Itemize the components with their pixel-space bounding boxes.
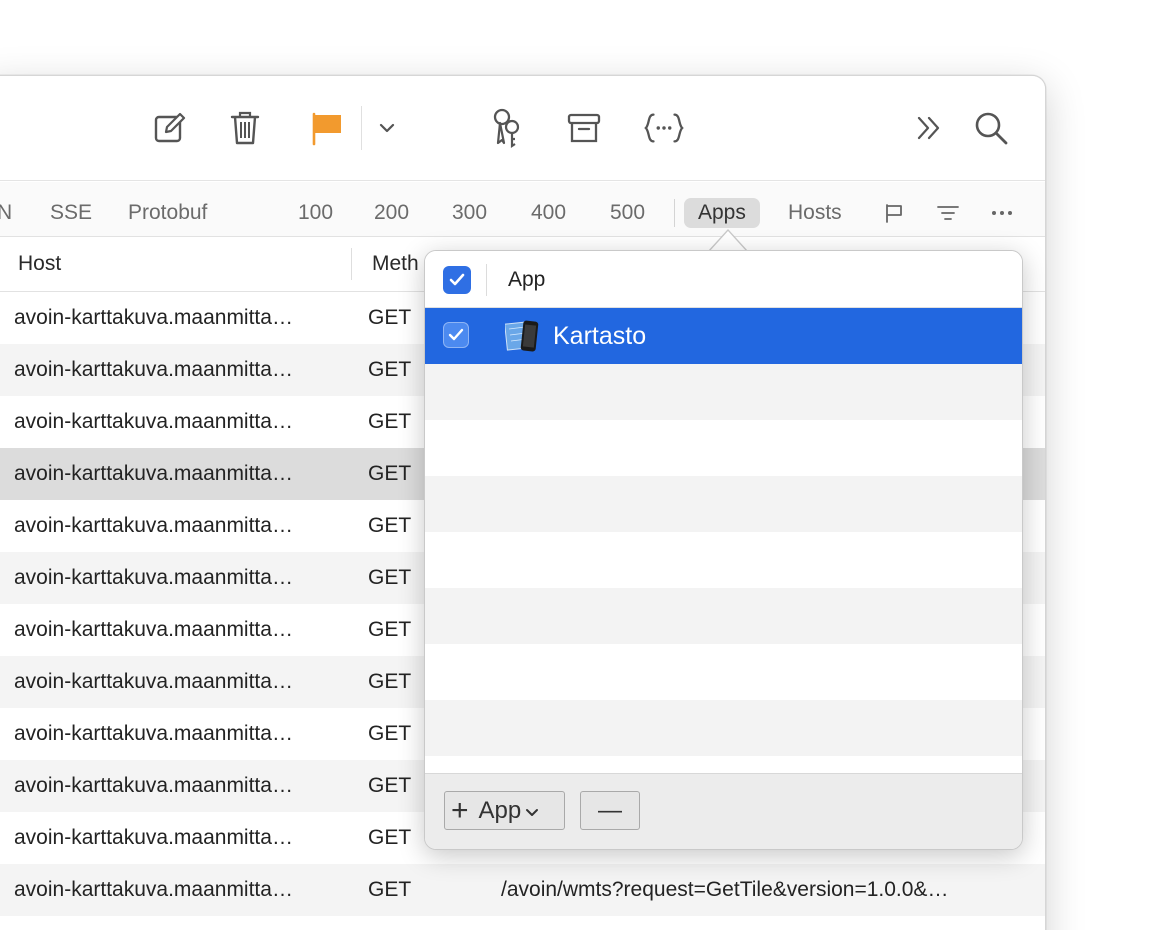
filter-tab-sse[interactable]: SSE (50, 198, 92, 228)
path-cell: /avoin/wmts?request=GetTile&version=1.0.… (501, 878, 949, 901)
filter-tab-hosts[interactable]: Hosts (788, 198, 842, 228)
chevron-down-icon[interactable] (365, 106, 409, 150)
popover-header: App (425, 251, 1022, 308)
method-cell: GET (368, 358, 412, 381)
toolbar-separator (361, 106, 362, 150)
filter-tab-500[interactable]: 500 (610, 198, 645, 228)
filter-tab-100[interactable]: 100 (298, 198, 333, 228)
double-chevron-right-icon[interactable] (907, 106, 951, 150)
compose-icon[interactable] (148, 106, 192, 150)
filter-tab-cut[interactable]: N (0, 198, 12, 228)
host-cell: avoin-karttakuva.maanmitta… (14, 774, 293, 797)
filter-lines-icon[interactable] (935, 200, 961, 226)
flag-icon[interactable] (305, 106, 349, 150)
method-cell: GET (368, 878, 412, 901)
simulator-app-icon (504, 319, 541, 353)
host-cell: avoin-karttakuva.maanmitta… (14, 410, 293, 433)
list-item (425, 700, 1022, 756)
table-row[interactable]: avoin-karttakuva.maanmitta… GET/avoin/wmt… (0, 864, 1045, 916)
list-item (425, 420, 1022, 476)
app-row-kartasto[interactable]: Kartasto (425, 308, 1022, 364)
popover-arrow-fill (709, 231, 747, 252)
app-name: Kartasto (553, 322, 647, 350)
filter-separator (674, 199, 675, 227)
keychain-icon[interactable] (484, 106, 528, 150)
filter-tab-apps[interactable]: Apps (684, 198, 760, 228)
more-dots-icon[interactable] (989, 200, 1015, 226)
filter-tab-protobuf[interactable]: Protobuf (128, 198, 207, 228)
list-item (425, 756, 1022, 773)
method-cell: GET (368, 566, 412, 589)
host-cell: avoin-karttakuva.maanmitta… (14, 358, 293, 381)
braces-icon[interactable] (642, 106, 686, 150)
select-all-checkbox[interactable] (443, 266, 471, 294)
host-cell: avoin-karttakuva.maanmitta… (14, 618, 293, 641)
host-cell: avoin-karttakuva.maanmitta… (14, 306, 293, 329)
app-list: Kartasto (425, 308, 1022, 773)
method-cell: GET (368, 618, 412, 641)
method-cell: GET (368, 306, 412, 329)
app-column-header[interactable]: App (508, 268, 545, 292)
list-item (425, 364, 1022, 420)
method-cell: GET (368, 410, 412, 433)
list-item (425, 532, 1022, 588)
filter-tab-400[interactable]: 400 (531, 198, 566, 228)
toolbar (0, 76, 1045, 181)
list-item (425, 644, 1022, 700)
add-app-button[interactable]: + App (444, 791, 565, 830)
column-header-method[interactable]: Meth (372, 252, 419, 276)
remove-app-button[interactable]: — (580, 791, 640, 830)
list-item (425, 588, 1022, 644)
method-cell: GET (368, 462, 412, 485)
filter-tab-200[interactable]: 200 (374, 198, 409, 228)
filter-tab-300[interactable]: 300 (452, 198, 487, 228)
method-cell: GET (368, 826, 412, 849)
host-cell: avoin-karttakuva.maanmitta… (14, 722, 293, 745)
apps-filter-popover: App Kartasto + App — (424, 250, 1023, 850)
search-icon[interactable] (969, 106, 1013, 150)
column-header-host[interactable]: Host (18, 252, 61, 276)
add-app-label: App (478, 796, 522, 824)
popover-footer: + App — (425, 773, 1022, 849)
flag-outline-icon[interactable] (881, 200, 907, 226)
host-cell: avoin-karttakuva.maanmitta… (14, 566, 293, 589)
host-cell: avoin-karttakuva.maanmitta… (14, 514, 293, 537)
archive-icon[interactable] (562, 106, 606, 150)
header-separator (486, 264, 487, 296)
method-cell: GET (368, 670, 412, 693)
host-cell: avoin-karttakuva.maanmitta… (14, 878, 293, 901)
minus-icon: — (598, 796, 622, 824)
filter-bar: N SSE Protobuf 100 200 300 400 500 Apps … (0, 182, 1045, 237)
method-cell: GET (368, 774, 412, 797)
column-separator[interactable] (351, 248, 352, 280)
app-checkbox[interactable] (443, 322, 469, 348)
chevron-down-icon (525, 797, 539, 825)
host-cell: avoin-karttakuva.maanmitta… (14, 826, 293, 849)
host-cell: avoin-karttakuva.maanmitta… (14, 670, 293, 693)
trash-icon[interactable] (223, 106, 267, 150)
host-cell: avoin-karttakuva.maanmitta… (14, 462, 293, 485)
method-cell: GET (368, 514, 412, 537)
plus-icon: + (451, 793, 469, 827)
method-cell: GET (368, 722, 412, 745)
list-item (425, 476, 1022, 532)
